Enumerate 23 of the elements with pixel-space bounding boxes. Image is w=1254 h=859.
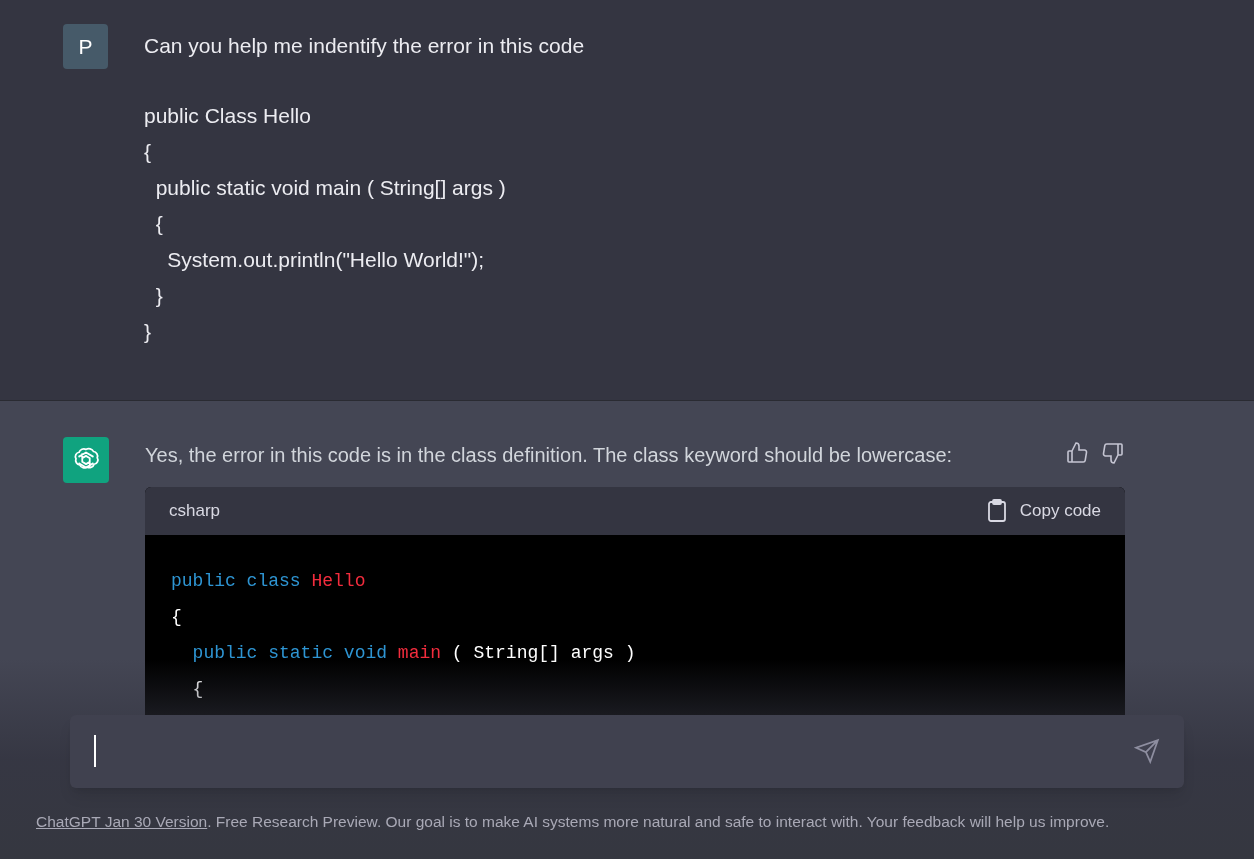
code-line: public static void main ( String[] args ) — [191, 642, 637, 665]
clipboard-icon — [985, 499, 1008, 523]
code-language: csharp — [169, 500, 221, 523]
send-icon[interactable] — [1134, 738, 1160, 765]
thumbs-down-icon[interactable] — [1101, 441, 1125, 465]
message-line: } — [154, 283, 164, 309]
copy-code-button[interactable]: Copy code — [985, 498, 1101, 524]
message-line: public static void main ( String[] args ) — [154, 175, 507, 201]
message-line: public Class Hello — [144, 103, 312, 129]
user-avatar: P — [63, 24, 108, 69]
message-input[interactable] — [70, 714, 1184, 788]
message-line: { — [144, 139, 152, 165]
message-line: { — [154, 211, 164, 237]
thumbs-up-icon[interactable] — [1065, 441, 1089, 465]
code-line: { — [171, 606, 183, 629]
footer-note: ChatGPT Jan 30 Version. Free Research Preview. Our goal is to make AI systems more natural and safe to interact with. Your feedback will help us improve. — [35, 811, 1111, 832]
message-line: Can you help me indentify the error in this code — [144, 33, 585, 59]
message-line: } — [144, 319, 152, 345]
version-link[interactable]: ChatGPT Jan 30 Version — [36, 812, 208, 830]
code-line: public class Hello — [171, 570, 367, 593]
code-line: { — [191, 678, 205, 701]
message-text: Yes, the error in this code is in the class definition. The class keyword should be lowercase: — [145, 443, 953, 468]
message-line: System.out.println("Hello World!"); — [166, 247, 486, 273]
